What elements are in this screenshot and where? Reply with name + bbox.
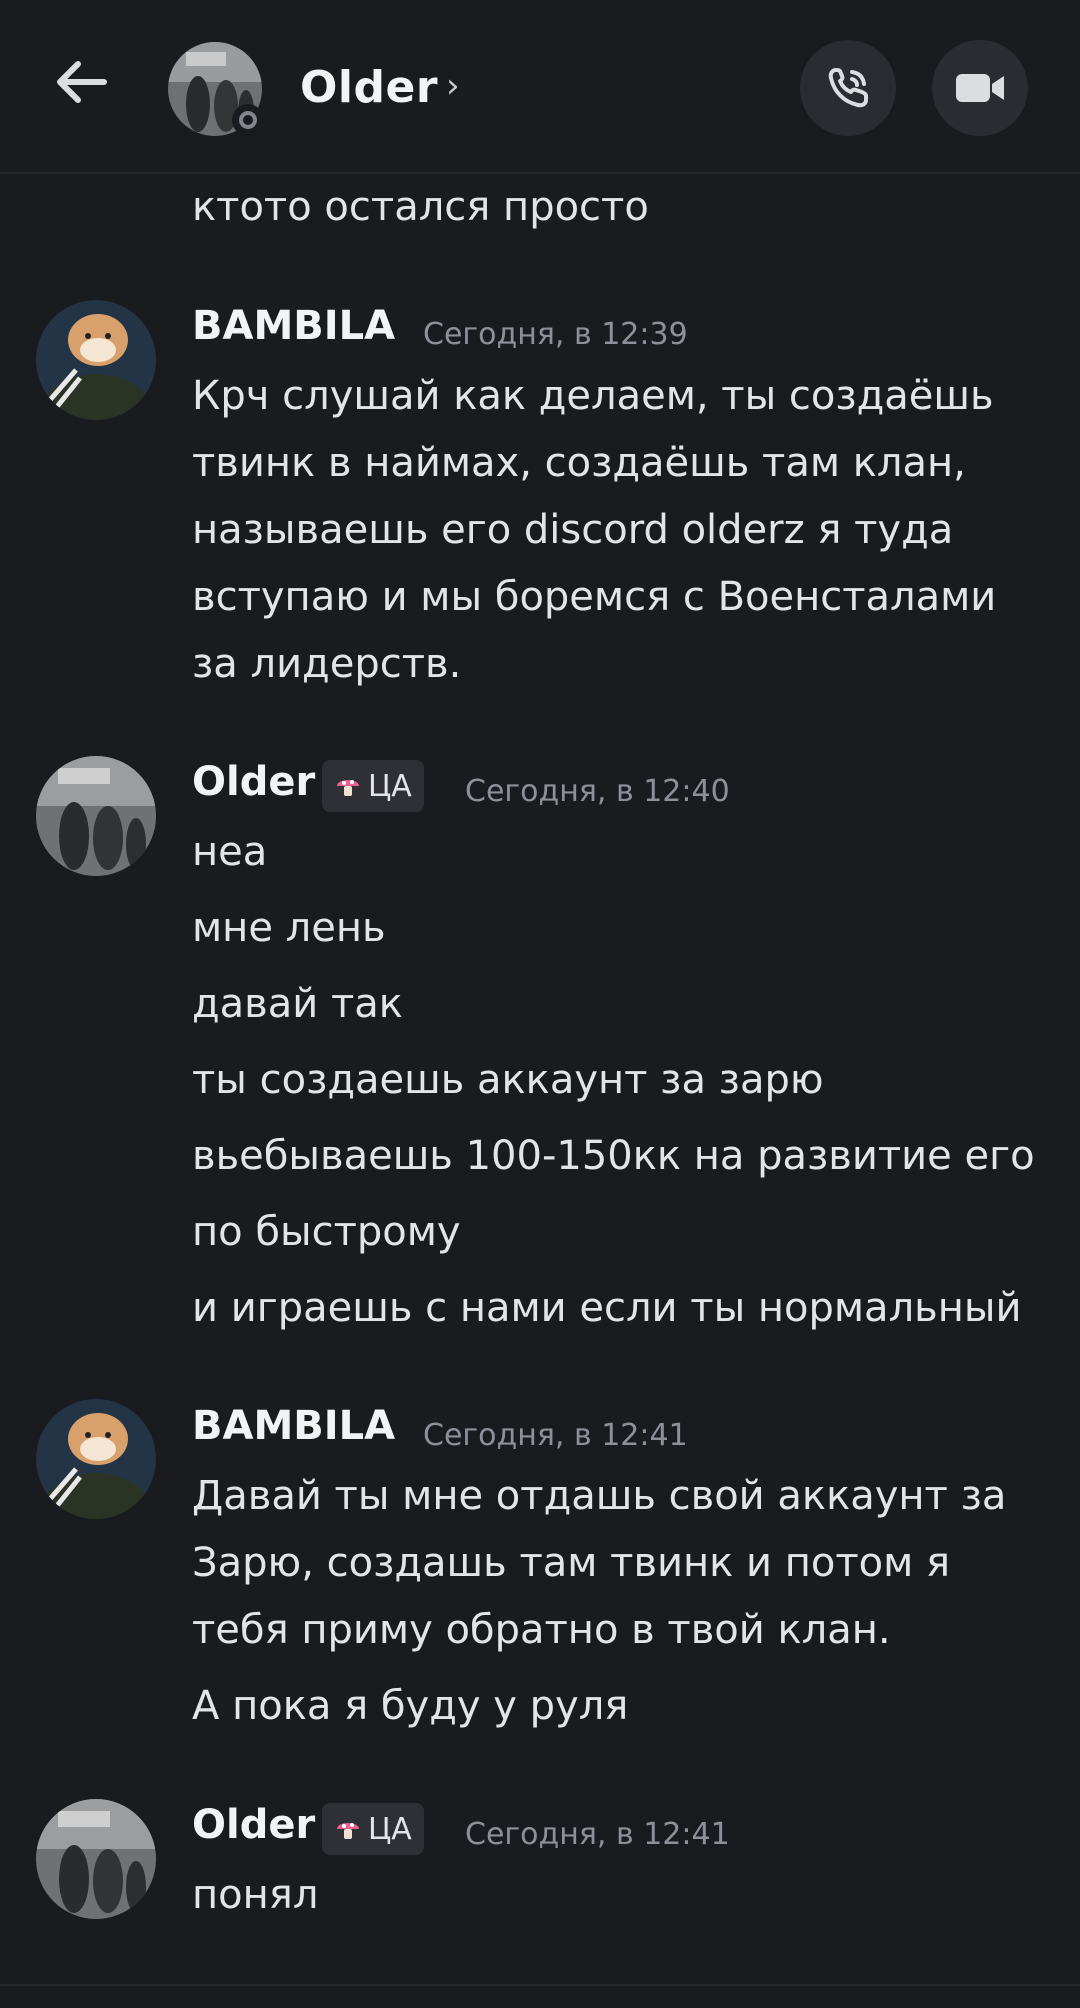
- back-button[interactable]: [52, 52, 122, 122]
- role-tag-label: ЦА: [368, 768, 412, 804]
- message-line: А пока я буду у руля: [192, 1683, 629, 1729]
- role-tag: ЦА: [322, 760, 424, 812]
- message-timestamp: Сегодня, в 12:39: [423, 317, 688, 352]
- role-tag-label: ЦА: [368, 1811, 412, 1847]
- divider: [0, 1984, 1080, 1986]
- voice-call-button[interactable]: [800, 40, 896, 136]
- message-line: неа: [192, 829, 268, 875]
- user-avatar[interactable]: [36, 1799, 156, 1919]
- message-line: Давай ты мне отдашь свой аккаунт за: [192, 1473, 1007, 1519]
- message-author[interactable]: Older: [192, 759, 315, 805]
- video-camera-icon: [956, 74, 1004, 102]
- user-avatar[interactable]: [36, 1399, 156, 1519]
- message-line: по быстрому: [192, 1209, 461, 1255]
- user-avatar[interactable]: [36, 756, 156, 876]
- message-author[interactable]: BAMBILA: [192, 303, 395, 349]
- message-timestamp: Сегодня, в 12:41: [423, 1418, 688, 1453]
- chevron-right-icon[interactable]: ›: [446, 66, 460, 106]
- message-line: тебя приму обратно в твой клан.: [192, 1607, 891, 1653]
- message-timestamp: Сегодня, в 12:41: [465, 1817, 730, 1852]
- message-line: твинк в наймах, создаёшь там клан,: [192, 440, 966, 486]
- arrow-left-icon: [57, 61, 107, 103]
- phone-call-icon: [828, 68, 868, 108]
- chat-title[interactable]: Older: [300, 62, 438, 113]
- message-line: ктото остался просто: [192, 184, 649, 230]
- message-line: Крч слушай как делаем, ты создаёшь: [192, 373, 994, 419]
- message-timestamp: Сегодня, в 12:40: [465, 774, 730, 809]
- mushroom-icon: [337, 1823, 359, 1839]
- message-author[interactable]: Older: [192, 1802, 315, 1848]
- role-tag: ЦА: [322, 1803, 424, 1855]
- message-line: называешь его discord olderz я туда: [192, 507, 954, 553]
- mushroom-icon: [337, 780, 359, 796]
- message-line: вьебываешь 100-150кк на развитие его: [192, 1133, 1035, 1179]
- message-line: давай так: [192, 981, 403, 1027]
- status-offline-indicator: [232, 104, 264, 136]
- message-line: вступаю и мы боремся с Военсталами: [192, 574, 997, 620]
- message-line: мне лень: [192, 905, 386, 951]
- message-line: понял: [192, 1872, 319, 1918]
- user-avatar[interactable]: [36, 300, 156, 420]
- message-line: ты создаешь аккаунт за зарю: [192, 1057, 824, 1103]
- message-line: Зарю, создашь там твинк и потом я: [192, 1540, 951, 1586]
- message-line: за лидерств.: [192, 641, 462, 687]
- message-author[interactable]: BAMBILA: [192, 1403, 395, 1449]
- message-line: и играешь с нами если ты нормальный: [192, 1285, 1022, 1331]
- chat-header: Older ›: [0, 0, 1080, 174]
- video-call-button[interactable]: [932, 40, 1028, 136]
